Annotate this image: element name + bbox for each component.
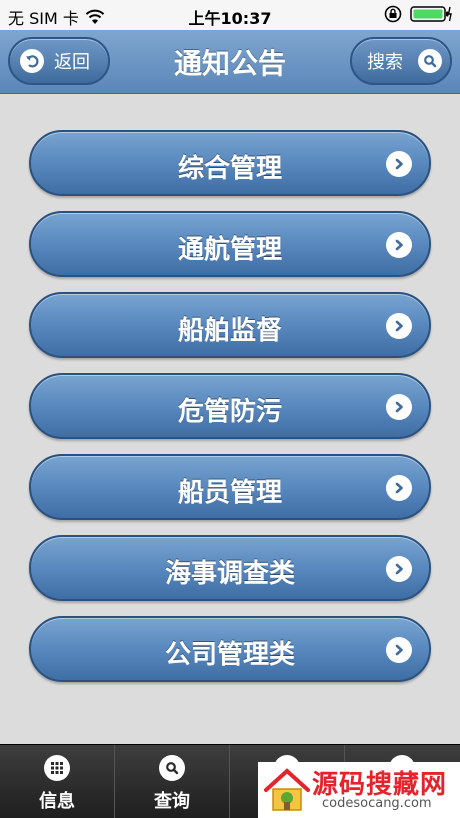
menu-item-label: 船舶监督 <box>177 316 282 346</box>
chevron-right-icon <box>386 313 412 339</box>
tab-label: 查询 <box>154 791 190 812</box>
search-icon <box>159 755 185 781</box>
search-button[interactable]: 搜索 <box>350 37 452 85</box>
menu-item-label: 综合管理 <box>177 154 282 184</box>
watermark-logo: 源码搜藏网 codesocang.com <box>258 762 460 818</box>
chevron-right-icon <box>386 394 412 420</box>
chevron-right-icon <box>386 556 412 582</box>
chevron-right-icon <box>386 232 412 258</box>
menu-item-label: 通航管理 <box>177 235 282 265</box>
search-icon <box>418 49 442 73</box>
chevron-right-icon <box>386 151 412 177</box>
menu-item-maritime-investigation[interactable]: 海事调查类 <box>29 535 431 601</box>
house-icon <box>264 768 310 811</box>
menu-item-hazmat-pollution[interactable]: 危管防污 <box>29 373 431 439</box>
tab-info[interactable]: 信息 <box>0 745 115 818</box>
status-bar: 无 SIM 卡 上午10:37 <box>0 0 460 30</box>
nav-bar: 返回 通知公告 搜索 <box>0 30 460 94</box>
menu-item-label: 公司管理类 <box>164 640 295 670</box>
menu-item-ship-supervision[interactable]: 船舶监督 <box>29 292 431 358</box>
grid-icon <box>44 755 70 781</box>
menu-item-crew-management[interactable]: 船员管理 <box>29 454 431 520</box>
status-right <box>384 5 452 23</box>
menu-item-navigation-management[interactable]: 通航管理 <box>29 211 431 277</box>
menu-item-company-management[interactable]: 公司管理类 <box>29 616 431 682</box>
search-button-label: 搜索 <box>367 52 403 73</box>
chevron-right-icon <box>386 475 412 501</box>
menu-item-label: 危管防污 <box>177 397 282 427</box>
battery-icon <box>410 6 452 22</box>
menu-item-label: 船员管理 <box>177 478 282 508</box>
tab-label: 信息 <box>39 791 75 812</box>
menu-item-label: 海事调查类 <box>164 559 295 589</box>
chevron-right-icon <box>386 637 412 663</box>
tab-query[interactable]: 查询 <box>115 745 230 818</box>
watermark-url: codesocang.com <box>322 796 432 811</box>
menu-item-general-management[interactable]: 综合管理 <box>29 130 431 196</box>
rotation-lock-icon <box>384 5 402 23</box>
